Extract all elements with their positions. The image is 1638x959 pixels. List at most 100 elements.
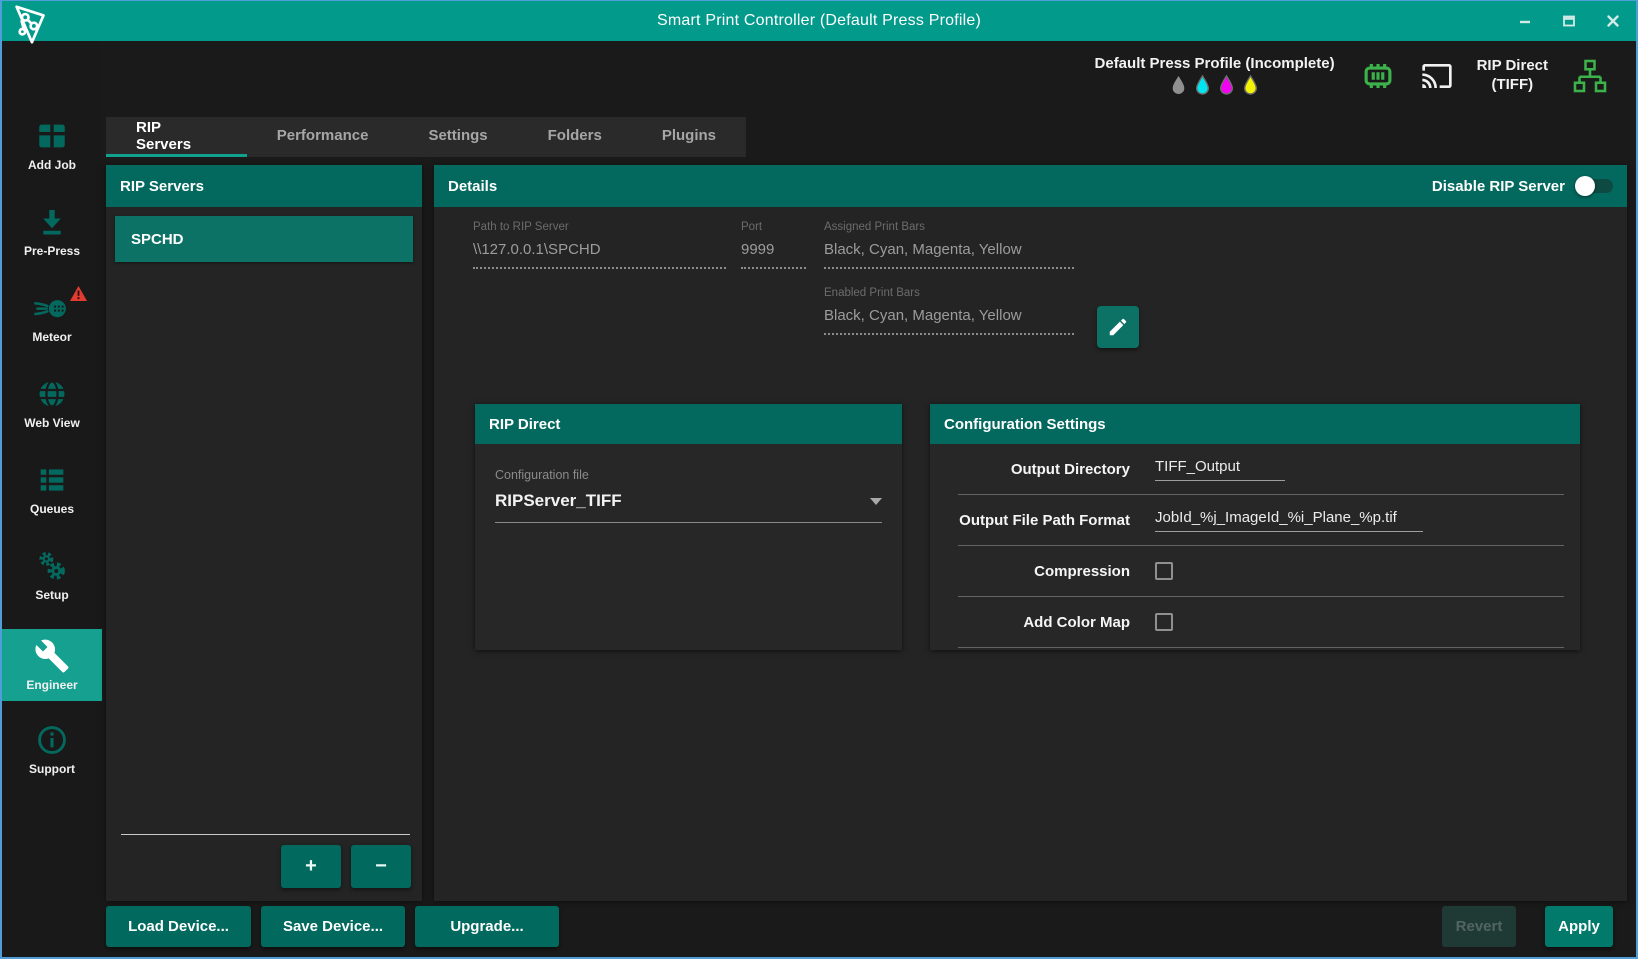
remove-server-button[interactable]: −: [351, 845, 411, 888]
meteor-icon: [33, 290, 71, 326]
output-file-path-format-label: Output File Path Format: [958, 512, 1130, 529]
output-directory-input[interactable]: TIFF_Output: [1155, 458, 1285, 481]
download-icon: [35, 204, 69, 240]
warning-triangle-icon: [70, 286, 87, 306]
print-bars-status-icon[interactable]: [1359, 57, 1397, 95]
tab-settings[interactable]: Settings: [398, 117, 517, 157]
details-panel-header: Details Disable RIP Server: [434, 165, 1627, 207]
sidebar-item-label: Support: [29, 762, 75, 776]
compression-checkbox[interactable]: [1155, 562, 1173, 580]
enabled-print-bars-field[interactable]: Enabled Print Bars Black, Cyan, Magenta,…: [824, 287, 1074, 335]
list-divider: [121, 834, 410, 835]
sidebar-item-label: Web View: [24, 416, 80, 430]
output-file-path-format-input[interactable]: JobId_%j_ImageId_%i_Plane_%p.tif: [1155, 509, 1423, 532]
app-window: Smart Print Controller (Default Press Pr…: [0, 0, 1638, 959]
ink-drop-yellow-icon: [1240, 74, 1261, 98]
sidebar-item-label: Add Job: [28, 158, 76, 172]
gears-icon: [35, 548, 69, 584]
tab-rip-servers[interactable]: RIP Servers: [106, 117, 247, 157]
port-field[interactable]: Port 9999: [741, 221, 806, 269]
ink-drop-cyan-icon: [1192, 74, 1213, 98]
port-value[interactable]: 9999: [741, 241, 806, 269]
add-color-map-checkbox[interactable]: [1155, 613, 1173, 631]
sidebar-item-label: Engineer: [26, 678, 77, 692]
close-button[interactable]: [1606, 14, 1620, 28]
title-bar: Smart Print Controller (Default Press Pr…: [2, 1, 1636, 41]
rip-mode-indicator: RIP Direct (TIFF): [1477, 57, 1548, 95]
info-icon: [35, 722, 69, 758]
details-panel: Details Disable RIP Server Path to RIP S…: [434, 165, 1627, 901]
path-to-rip-server-label: Path to RIP Server: [473, 221, 726, 233]
revert-button[interactable]: Revert: [1442, 906, 1516, 947]
sidebar-item-add-job[interactable]: Add Job: [2, 113, 102, 177]
load-device-button[interactable]: Load Device...: [106, 906, 251, 947]
configuration-settings-card: Configuration Settings Output Directory …: [930, 404, 1580, 650]
details-panel-title: Details: [448, 178, 497, 195]
disable-rip-server-label: Disable RIP Server: [1432, 178, 1565, 195]
list-buttons: + −: [281, 845, 411, 888]
sidebar-item-support[interactable]: Support: [2, 717, 102, 781]
add-color-map-label: Add Color Map: [958, 614, 1130, 631]
add-server-button[interactable]: +: [281, 845, 341, 888]
ink-drops: [1168, 74, 1261, 98]
disable-rip-server-toggle[interactable]: Disable RIP Server: [1432, 178, 1613, 195]
sidebar-item-label: Setup: [35, 588, 68, 602]
window-title: Smart Print Controller (Default Press Pr…: [657, 12, 981, 30]
sidebar-item-queues[interactable]: Queues: [2, 457, 102, 521]
window-controls: [1518, 1, 1620, 41]
tab-folders[interactable]: Folders: [518, 117, 632, 157]
toggle-knob[interactable]: [1575, 176, 1595, 196]
add-color-map-row: Add Color Map: [958, 597, 1564, 648]
wrench-icon: [34, 638, 70, 674]
cast-icon[interactable]: [1421, 60, 1453, 92]
output-directory-label: Output Directory: [958, 461, 1130, 478]
sidebar-item-web-view[interactable]: Web View: [2, 371, 102, 435]
app-logo-icon: [8, 2, 54, 48]
maximize-button[interactable]: [1562, 14, 1576, 28]
sidebar-item-label: Queues: [30, 502, 74, 516]
path-to-rip-server-value[interactable]: \\127.0.0.1\SPCHD: [473, 241, 726, 269]
network-icon[interactable]: [1572, 58, 1608, 94]
tab-performance[interactable]: Performance: [247, 117, 399, 157]
toggle-track[interactable]: [1577, 179, 1613, 193]
rip-direct-card-header: RIP Direct: [475, 404, 902, 444]
rip-servers-panel: RIP Servers SPCHD + −: [106, 165, 422, 901]
sidebar-item-engineer[interactable]: Engineer: [2, 629, 102, 701]
tab-plugins[interactable]: Plugins: [632, 117, 746, 157]
pencil-icon: [1107, 316, 1129, 338]
assigned-print-bars-value[interactable]: Black, Cyan, Magenta, Yellow: [824, 241, 1074, 269]
enabled-print-bars-value[interactable]: Black, Cyan, Magenta, Yellow: [824, 307, 1074, 335]
sidebar-item-meteor[interactable]: Meteor: [2, 285, 102, 349]
assigned-print-bars-label: Assigned Print Bars: [824, 221, 1074, 233]
rip-mode-line2: (TIFF): [1477, 76, 1548, 95]
enabled-print-bars-label: Enabled Print Bars: [824, 287, 1074, 299]
path-to-rip-server-field[interactable]: Path to RIP Server \\127.0.0.1\SPCHD: [473, 221, 726, 269]
globe-icon: [35, 376, 69, 412]
save-device-button[interactable]: Save Device...: [261, 906, 405, 947]
port-label: Port: [741, 221, 806, 233]
add-job-grid-icon: [35, 118, 69, 154]
press-profile-label: Default Press Profile (Incomplete): [1095, 55, 1335, 72]
compression-row: Compression: [958, 546, 1564, 597]
minimize-button[interactable]: [1518, 14, 1532, 28]
server-list-item-spchd[interactable]: SPCHD: [115, 216, 413, 262]
ink-drop-black-icon: [1168, 74, 1189, 98]
list-icon: [35, 462, 69, 498]
edit-print-bars-button[interactable]: [1097, 306, 1139, 348]
sidebar-item-pre-press[interactable]: Pre-Press: [2, 199, 102, 263]
rip-servers-panel-header: RIP Servers: [106, 165, 422, 207]
apply-button[interactable]: Apply: [1545, 906, 1613, 947]
configuration-file-dropdown[interactable]: RIPServer_TIFF: [495, 491, 882, 523]
sidebar-item-label: Pre-Press: [24, 244, 80, 258]
assigned-print-bars-field[interactable]: Assigned Print Bars Black, Cyan, Magenta…: [824, 221, 1074, 269]
compression-label: Compression: [958, 563, 1130, 580]
configuration-file-value: RIPServer_TIFF: [495, 491, 622, 511]
rip-servers-panel-title: RIP Servers: [120, 178, 204, 195]
rip-direct-card-title: RIP Direct: [489, 416, 560, 433]
output-directory-row: Output Directory TIFF_Output: [958, 444, 1564, 495]
chevron-down-icon: [870, 498, 882, 505]
status-bar: Default Press Profile (Incomplete) RIP D…: [1095, 45, 1608, 107]
press-profile-status: Default Press Profile (Incomplete): [1095, 55, 1335, 98]
upgrade-button[interactable]: Upgrade...: [415, 906, 559, 947]
sidebar-item-setup[interactable]: Setup: [2, 543, 102, 607]
